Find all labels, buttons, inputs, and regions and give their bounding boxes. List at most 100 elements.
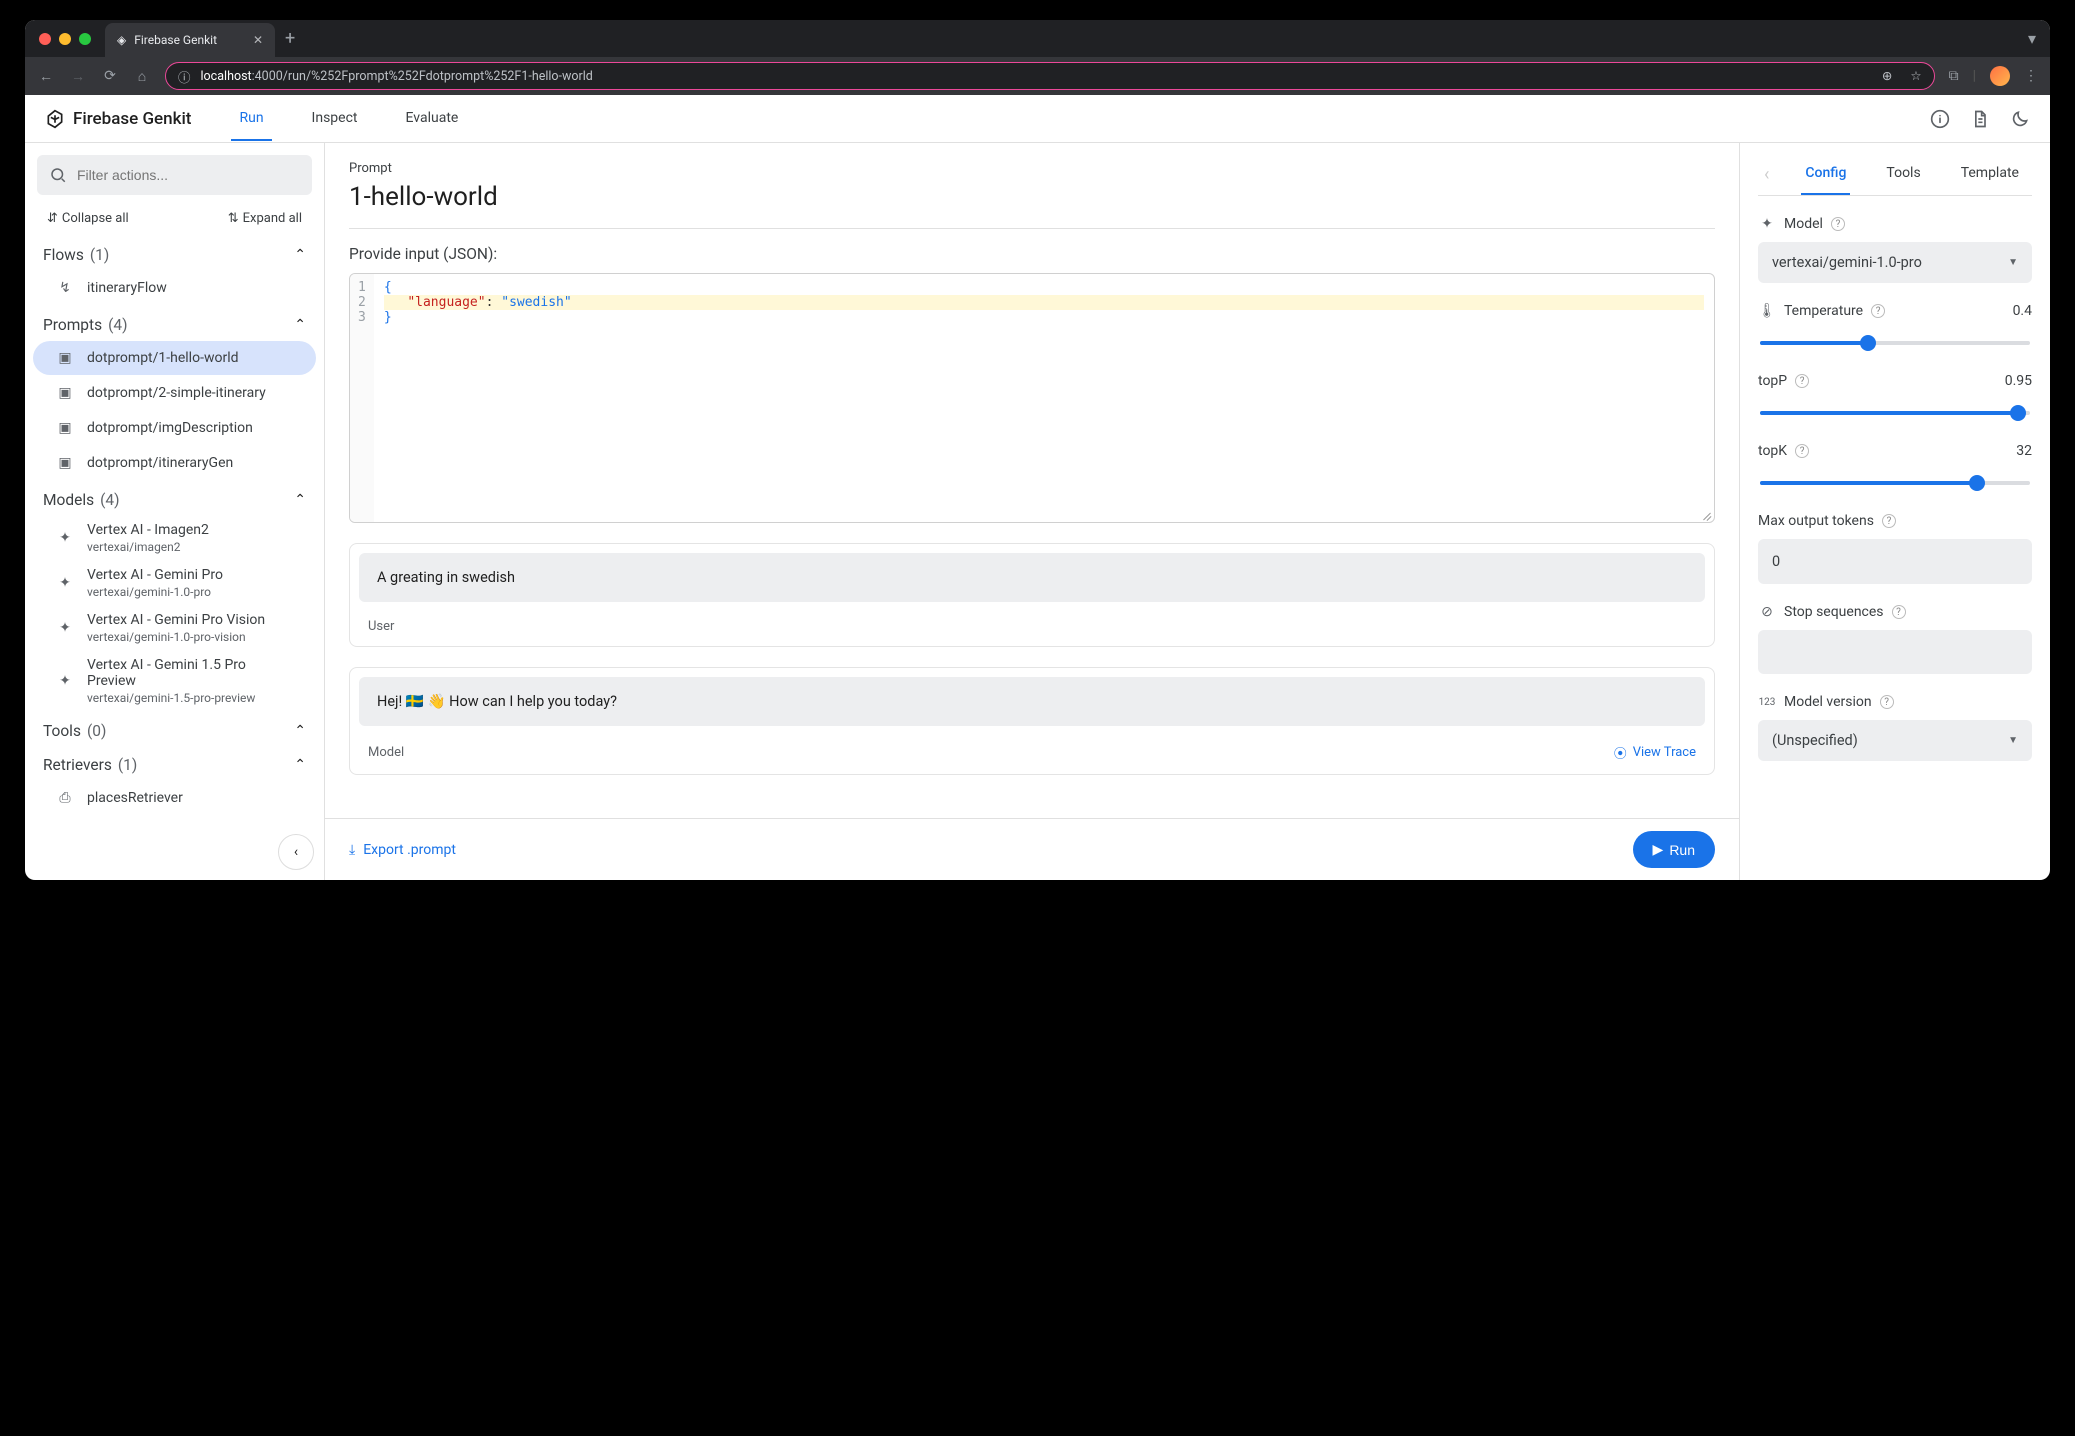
nav-tab-evaluate[interactable]: Evaluate bbox=[398, 97, 467, 141]
sidebar-item-prompt[interactable]: ▣ dotprompt/imgDescription bbox=[33, 411, 316, 445]
max-tokens-input[interactable]: 0 bbox=[1758, 539, 2032, 584]
page-title: 1-hello-world bbox=[349, 182, 1715, 229]
play-icon: ▶ bbox=[1653, 841, 1664, 858]
nav-tab-inspect[interactable]: Inspect bbox=[304, 97, 366, 141]
config-tab-template[interactable]: Template bbox=[1957, 153, 2023, 195]
stop-sequences-input[interactable] bbox=[1758, 630, 2032, 674]
close-tab-icon[interactable]: ✕ bbox=[253, 33, 263, 47]
temperature-value: 0.4 bbox=[2013, 303, 2032, 319]
section-tools[interactable]: Tools (0) ⌃ bbox=[25, 712, 324, 746]
help-icon[interactable]: ? bbox=[1795, 374, 1809, 388]
temperature-slider[interactable] bbox=[1758, 333, 2032, 353]
close-window-icon[interactable] bbox=[39, 33, 51, 45]
filter-input-wrapper[interactable] bbox=[37, 155, 312, 195]
chevron-up-icon: ⌃ bbox=[294, 247, 306, 263]
browser-tab-bar: ◈ Firebase Genkit ✕ + ▾ bbox=[25, 20, 2050, 57]
help-icon[interactable]: ? bbox=[1831, 217, 1845, 231]
sparkle-icon: ✦ bbox=[1758, 216, 1776, 232]
max-tokens-label: Max output tokens bbox=[1758, 513, 1874, 529]
help-icon[interactable]: ? bbox=[1882, 514, 1896, 528]
model-version-label: Model version bbox=[1784, 694, 1872, 710]
info-icon[interactable] bbox=[1930, 109, 1950, 129]
model-message-card: Hej! 🇸🇪 👋 How can I help you today? Mode… bbox=[349, 667, 1715, 775]
profile-avatar[interactable] bbox=[1990, 66, 2010, 86]
collapse-icon: ⇵ bbox=[47, 211, 58, 226]
collapse-sidebar-button[interactable]: ‹ bbox=[278, 834, 314, 870]
export-button[interactable]: ⤓ Export .prompt bbox=[349, 842, 456, 858]
new-tab-button[interactable]: + bbox=[285, 28, 295, 49]
section-retrievers[interactable]: Retrievers (1) ⌃ bbox=[25, 746, 324, 780]
section-prompts[interactable]: Prompts (4) ⌃ bbox=[25, 306, 324, 340]
prompt-icon: ▣ bbox=[55, 385, 75, 401]
home-icon[interactable]: ⌂ bbox=[133, 68, 151, 85]
topk-label: topK bbox=[1758, 443, 1787, 459]
site-info-icon[interactable]: ⓘ bbox=[178, 67, 191, 86]
help-icon[interactable]: ? bbox=[1871, 304, 1885, 318]
sidebar-item-prompt[interactable]: ▣ dotprompt/itineraryGen bbox=[33, 446, 316, 480]
sparkle-icon: ✦ bbox=[55, 530, 75, 546]
view-trace-button[interactable]: ⦿ View Trace bbox=[1614, 743, 1696, 762]
resize-handle-icon[interactable] bbox=[1700, 508, 1712, 520]
chevron-left-icon: ‹ bbox=[294, 844, 298, 860]
sidebar: ⇵ Collapse all ⇅ Expand all Flows (1) ⌃ bbox=[25, 143, 325, 880]
kebab-menu-icon[interactable]: ⋮ bbox=[2024, 68, 2038, 84]
download-icon: ⤓ bbox=[349, 842, 355, 858]
code-body[interactable]: { "language": "swedish" } bbox=[374, 274, 1714, 522]
model-select[interactable]: vertexai/gemini-1.0-pro ▼ bbox=[1758, 242, 2032, 283]
extensions-icon[interactable]: ⧉ bbox=[1949, 68, 1959, 84]
app-title: Firebase Genkit bbox=[73, 109, 191, 129]
document-icon[interactable] bbox=[1970, 109, 1990, 129]
forward-icon[interactable]: → bbox=[69, 68, 87, 85]
sidebar-item-model[interactable]: ✦ Vertex AI - Gemini 1.5 Pro Preview ver… bbox=[33, 651, 316, 711]
topk-slider[interactable] bbox=[1758, 473, 2032, 493]
help-icon[interactable]: ? bbox=[1795, 444, 1809, 458]
sidebar-item-retriever[interactable]: ⎙ placesRetriever bbox=[33, 781, 316, 815]
config-tab-tools[interactable]: Tools bbox=[1882, 153, 1924, 195]
minimize-window-icon[interactable] bbox=[59, 33, 71, 45]
maximize-window-icon[interactable] bbox=[79, 33, 91, 45]
sidebar-item-model[interactable]: ✦ Vertex AI - Gemini Pro Vision vertexai… bbox=[33, 606, 316, 650]
tab-title: Firebase Genkit bbox=[134, 33, 217, 47]
sparkle-icon: ✦ bbox=[55, 620, 75, 636]
tab-favicon-icon: ◈ bbox=[117, 33, 126, 47]
model-message-text: Hej! 🇸🇪 👋 How can I help you today? bbox=[359, 677, 1705, 726]
help-icon[interactable]: ? bbox=[1880, 695, 1894, 709]
browser-tab[interactable]: ◈ Firebase Genkit ✕ bbox=[105, 23, 275, 57]
config-tab-config[interactable]: Config bbox=[1801, 153, 1850, 195]
expand-all-button[interactable]: ⇅ Expand all bbox=[228, 211, 302, 226]
stop-icon: ⊘ bbox=[1758, 604, 1776, 620]
bookmark-icon[interactable]: ☆ bbox=[1910, 68, 1921, 84]
expand-icon: ⇅ bbox=[228, 211, 239, 226]
chevron-left-icon[interactable]: ‹ bbox=[1764, 164, 1769, 185]
sparkle-icon: ✦ bbox=[55, 575, 75, 591]
config-tabs: ‹ Config Tools Template › bbox=[1758, 153, 2032, 196]
sidebar-item-flow[interactable]: ↯ itineraryFlow bbox=[33, 271, 316, 305]
back-icon[interactable]: ← bbox=[37, 68, 55, 85]
topp-value: 0.95 bbox=[2005, 373, 2032, 389]
section-flows[interactable]: Flows (1) ⌃ bbox=[25, 236, 324, 270]
topp-slider[interactable] bbox=[1758, 403, 2032, 423]
sidebar-item-model[interactable]: ✦ Vertex AI - Imagen2 vertexai/imagen2 bbox=[33, 516, 316, 560]
thermometer-icon: 🌡 bbox=[1758, 303, 1776, 319]
url-input[interactable]: ⓘ localhost:4000/run/%252Fprompt%252Fdot… bbox=[165, 62, 1935, 90]
section-models[interactable]: Models (4) ⌃ bbox=[25, 481, 324, 515]
model-version-select[interactable]: (Unspecified) ▼ bbox=[1758, 720, 2032, 761]
dark-mode-icon[interactable] bbox=[2010, 109, 2030, 129]
tab-overflow-icon[interactable]: ▾ bbox=[2028, 29, 2036, 48]
reload-icon[interactable]: ⟳ bbox=[101, 68, 119, 84]
trace-icon: ⦿ bbox=[1614, 743, 1627, 762]
input-label: Provide input (JSON): bbox=[349, 245, 1715, 263]
help-icon[interactable]: ? bbox=[1892, 605, 1906, 619]
collapse-all-button[interactable]: ⇵ Collapse all bbox=[47, 211, 129, 226]
footer-bar: ⤓ Export .prompt ▶ Run bbox=[325, 818, 1739, 880]
zoom-icon[interactable]: ⊕ bbox=[1882, 68, 1892, 84]
json-input[interactable]: 123 { "language": "swedish" } bbox=[349, 273, 1715, 523]
sparkle-icon: ✦ bbox=[55, 673, 75, 689]
sidebar-item-prompt[interactable]: ▣ dotprompt/1-hello-world bbox=[33, 341, 316, 375]
run-button[interactable]: ▶ Run bbox=[1633, 831, 1715, 868]
sidebar-item-model[interactable]: ✦ Vertex AI - Gemini Pro vertexai/gemini… bbox=[33, 561, 316, 605]
genkit-logo-icon bbox=[45, 109, 65, 129]
nav-tab-run[interactable]: Run bbox=[231, 97, 271, 141]
filter-input[interactable] bbox=[77, 167, 300, 183]
sidebar-item-prompt[interactable]: ▣ dotprompt/2-simple-itinerary bbox=[33, 376, 316, 410]
